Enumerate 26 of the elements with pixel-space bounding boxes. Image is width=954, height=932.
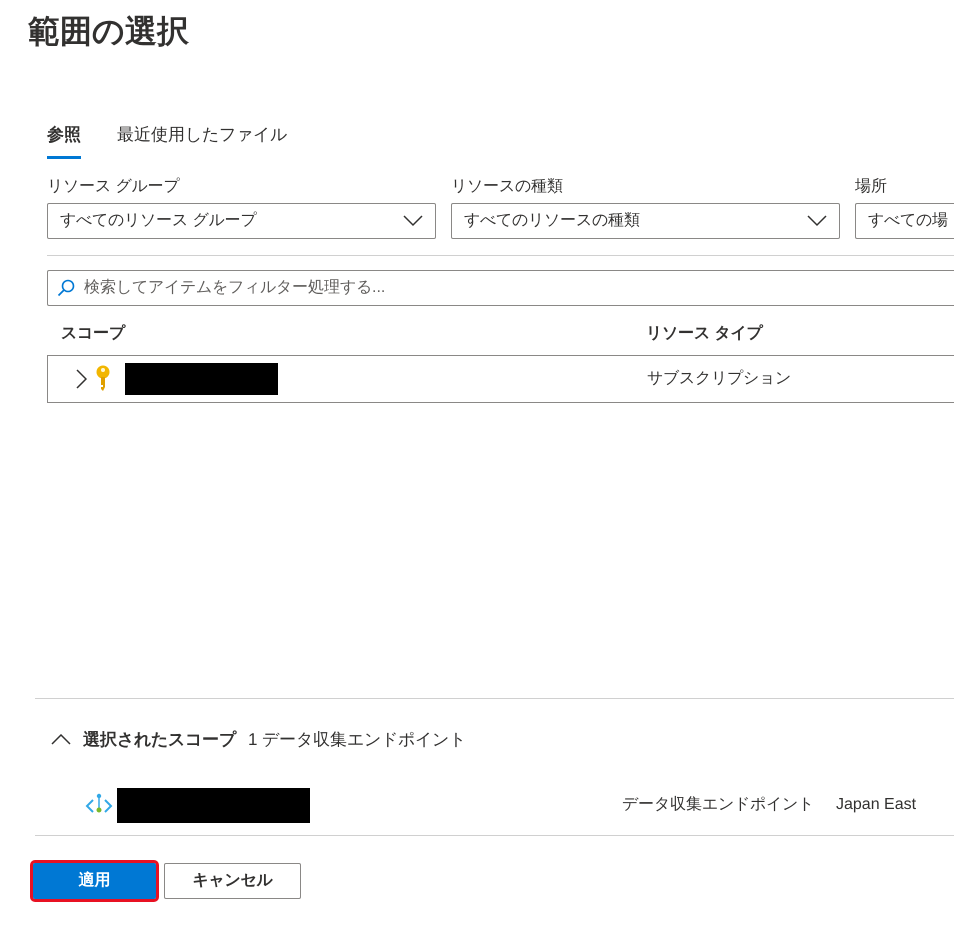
column-header: スコープ — [60, 323, 127, 344]
tab[interactable]: 参照 — [47, 122, 81, 159]
filter-label: リソースの種類 — [451, 176, 563, 197]
filter-label: リソース グループ — [47, 176, 180, 197]
chevron-down-icon — [403, 214, 423, 227]
table-cell-text: Japan East — [836, 795, 916, 816]
search-field[interactable]: 検索してアイテムをフィルター処理する... — [47, 270, 954, 306]
dropdown[interactable]: すべてのリソース グループ — [47, 202, 436, 239]
chevron-up-icon[interactable] — [51, 734, 71, 746]
apply-button[interactable]: 適用 — [33, 863, 156, 900]
dropdown[interactable]: すべての場 — [855, 202, 954, 239]
item-count: 1 データ収集エンドポイント — [248, 728, 466, 751]
chevron-right-icon[interactable] — [76, 368, 87, 389]
section-title: 選択されたスコープ — [83, 728, 236, 751]
table-cell-text: データ収集エンドポイント — [622, 794, 814, 816]
dropdown[interactable]: すべてのリソースの種類 — [451, 202, 840, 239]
tab[interactable]: 最近使用したファイル — [117, 122, 287, 159]
cancel-button[interactable]: キャンセル — [164, 863, 301, 900]
search-icon — [57, 278, 75, 297]
column-header: リソース タイプ — [646, 323, 762, 344]
table-cell-text: サブスクリプション — [647, 368, 791, 389]
table-row[interactable]: サブスクリプション — [47, 354, 954, 403]
chevron-down-icon — [807, 214, 827, 227]
filter-label: 場所 — [855, 176, 887, 197]
page-title: 範囲の選択 — [28, 12, 190, 50]
key-icon — [95, 364, 111, 393]
